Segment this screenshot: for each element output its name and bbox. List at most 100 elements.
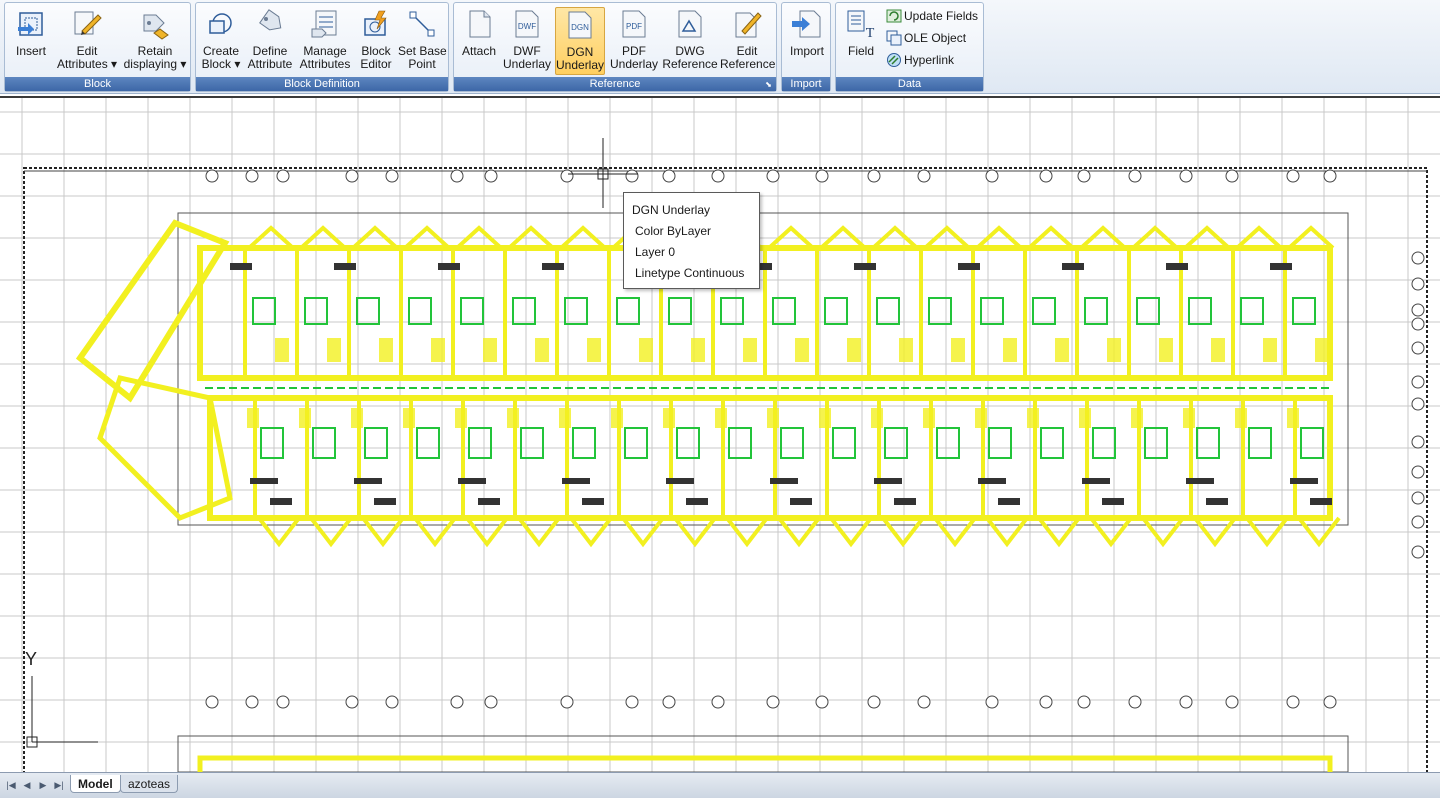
room-tag [270,498,292,505]
edit-reference-icon [735,12,762,38]
hyperlink-button[interactable]: Hyperlink [886,50,954,70]
unit-bath [639,338,653,362]
balcony-bay [829,516,873,548]
grid-bubble [1411,317,1425,331]
grid-bubble [766,695,780,709]
unit-furniture [1040,427,1064,459]
unit-bath [975,408,987,428]
unit-furniture [260,427,284,459]
unit-bath [899,338,913,362]
last-tab-icon[interactable]: ▶| [52,778,66,792]
update-fields-button[interactable]: Update Fields [886,6,978,26]
unit-bath [923,408,935,428]
unit-bath [1287,408,1299,428]
field-button[interactable]: T Field [842,7,880,75]
panel-title-reference: Reference [454,77,776,91]
unit-bath [275,338,289,362]
edit-attributes-label-2: Attributes ▾ [57,57,118,71]
drawing-canvas[interactable]: Y DGN Underlay Color ByLayer Layer 0 Lin… [0,96,1440,772]
unit-furniture [364,427,388,459]
unit-bath [1027,408,1039,428]
room-tag [1166,263,1188,270]
define-attribute-icon [259,9,282,31]
tab-azoteas[interactable]: azoteas [120,775,179,793]
room-tag [958,263,980,270]
previous-tab-icon[interactable]: ◀ [20,778,34,792]
pdf-underlay-label-2: Underlay [609,57,659,71]
room-tag [1270,263,1292,270]
dwg-reference-icon [678,10,702,38]
pdf-underlay-button[interactable]: PDF PDF Underlay [609,7,659,75]
retain-displaying-label-2: displaying ▾ [123,57,187,71]
room-tag [1290,478,1318,484]
dgn-underlay-button[interactable]: DGN DGN Underlay [555,7,605,75]
unit-furniture [780,427,804,459]
grid-bubble [625,695,639,709]
unit-bath [351,408,363,428]
next-tab-icon[interactable]: ▶ [36,778,50,792]
ole-object-button[interactable]: OLE Object [886,28,966,48]
create-block-button[interactable]: Create Block ▾ [200,7,242,75]
panel-block-definition: Create Block ▾ Define Attribute Manage A… [195,2,449,92]
room-tag [686,498,708,505]
room-tag [250,478,278,484]
grid-bubble [985,695,999,709]
unit-furniture [460,297,484,325]
building-lower-wing [197,755,1333,772]
unit-bath [535,338,549,362]
dgn-underlay-label-2: Underlay [556,58,605,72]
import-label: Import [789,44,824,58]
block-editor-label-2: Editor [360,57,392,71]
dgn-icon-text: DGN [571,23,589,32]
edit-reference-button[interactable]: Edit Reference [720,7,775,75]
unit-furniture [668,297,692,325]
block-editor-button[interactable]: Block Editor [356,7,396,75]
grid-bubble [385,169,399,183]
room-tag [854,263,876,270]
unit-bath [559,408,571,428]
unit-bath [1315,338,1329,362]
define-attribute-button[interactable]: Define Attribute [246,7,294,75]
unit-bath [247,408,259,428]
dwg-reference-button[interactable]: DWG Reference [662,7,718,75]
grid-bubble [766,169,780,183]
manage-attributes-label-2: Attributes [299,57,351,71]
grid-bubble [1128,169,1142,183]
grid-bubble [205,169,219,183]
import-button[interactable]: Import [784,7,830,75]
grid-bubble [1225,695,1239,709]
grid-bubble [1286,695,1300,709]
reference-dialog-launcher-icon[interactable]: ⬊ [764,80,773,89]
grid-bubble [1411,435,1425,449]
set-base-point-button[interactable]: Set Base Point [398,7,447,75]
balcony-bay [777,516,821,548]
dwg-reference-label-2: Reference [662,57,718,71]
unit-furniture [876,297,900,325]
retain-displaying-button[interactable]: Retain displaying ▾ [122,7,188,75]
room-tag [790,498,812,505]
room-tag [542,263,564,270]
balcony-bay [1089,516,1133,548]
unit-furniture [512,297,536,325]
panel-import: Import Import [781,2,831,92]
room-tag [998,498,1020,505]
attach-button[interactable]: Attach [458,7,500,75]
grid-bubble [345,169,359,183]
grid-bubble [1323,169,1337,183]
edit-attributes-button[interactable]: Edit Attributes ▾ [57,7,117,75]
room-tag [874,478,902,484]
unit-bath [951,338,965,362]
insert-block-icon [18,12,43,36]
first-tab-icon[interactable]: |◀ [4,778,18,792]
tab-model[interactable]: Model [70,775,121,793]
unit-bath [587,338,601,362]
room-tag [770,478,798,484]
unit-bath [1159,338,1173,362]
unit-furniture [728,427,752,459]
grid-bubble [625,169,639,183]
dwf-underlay-button[interactable]: DWF DWF Underlay [503,7,551,75]
insert-button[interactable]: Insert [9,7,53,75]
unit-furniture [252,297,276,325]
manage-attributes-button[interactable]: Manage Attributes [297,7,353,75]
grid-bubble [1411,277,1425,291]
